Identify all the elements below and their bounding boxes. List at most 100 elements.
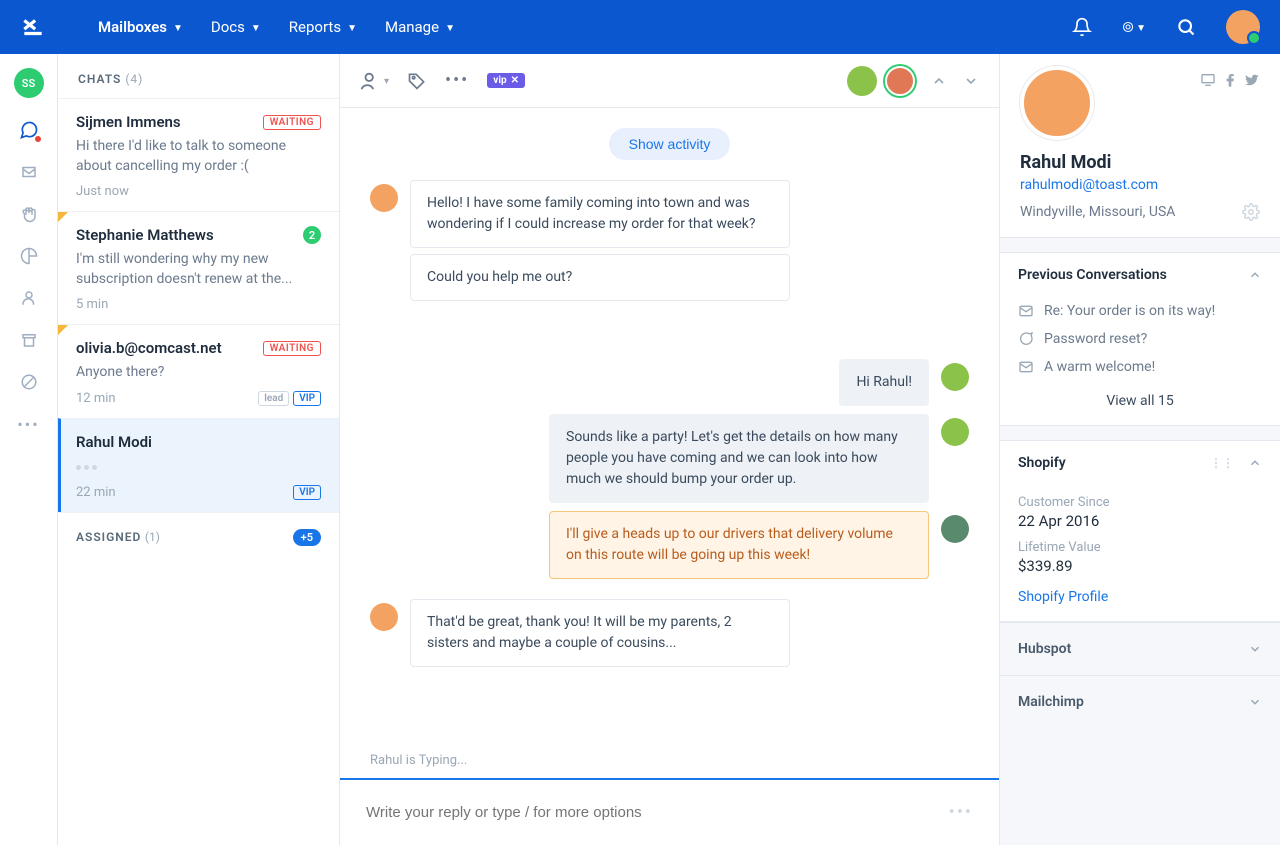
- reply-box[interactable]: •••: [340, 778, 999, 845]
- show-activity-button[interactable]: Show activity: [609, 128, 731, 160]
- chat-item-name: olivia.b@comcast.net: [76, 339, 222, 357]
- facebook-icon[interactable]: [1222, 72, 1238, 88]
- customer-email[interactable]: rahulmodi@toast.com: [1020, 177, 1260, 193]
- panel-header[interactable]: Shopify ⋮⋮: [1000, 441, 1280, 485]
- tag-icon[interactable]: [407, 71, 427, 91]
- more-options-icon[interactable]: •••: [445, 70, 469, 91]
- user-avatar[interactable]: [1226, 10, 1260, 44]
- customer-name: Rahul Modi: [1020, 152, 1260, 173]
- nav-reports[interactable]: Reports▼: [289, 18, 357, 36]
- reply-more-icon[interactable]: •••: [949, 802, 973, 823]
- chat-item-time: 22 min: [76, 485, 116, 500]
- chat-item-name: Rahul Modi: [76, 433, 152, 451]
- chat-item-time: 12 min: [76, 391, 116, 406]
- field-label: Customer Since: [1018, 495, 1262, 510]
- vip-pill[interactable]: vip✕: [487, 73, 525, 88]
- chat-item[interactable]: Sijmen Immens WAITING Hi there I'd like …: [58, 98, 339, 211]
- rail-archive-icon[interactable]: [19, 330, 39, 350]
- customer-message: That'd be great, thank you! It will be m…: [410, 599, 790, 667]
- chat-item-preview: Hi there I'd like to talk to someone abo…: [76, 137, 321, 176]
- chat-item-time: 5 min: [76, 297, 108, 312]
- chat-item-time: Just now: [76, 184, 129, 199]
- mail-icon: [1018, 359, 1034, 375]
- customer-avatar: [370, 184, 398, 212]
- shopify-profile-link[interactable]: Shopify Profile: [1018, 589, 1262, 605]
- field-value: 22 Apr 2016: [1018, 512, 1262, 530]
- agent-avatar: [941, 515, 969, 543]
- chat-icon: [1018, 331, 1034, 347]
- chevron-down-icon: ▼: [173, 23, 183, 34]
- next-conversation-icon[interactable]: [963, 73, 979, 89]
- close-icon[interactable]: ✕: [511, 75, 519, 86]
- agent-message: Sounds like a party! Let's get the detai…: [549, 414, 929, 503]
- hubspot-panel-header[interactable]: Hubspot: [1000, 622, 1280, 675]
- lead-tag: lead: [258, 391, 289, 406]
- rail-users-icon[interactable]: [19, 288, 39, 308]
- previous-conversations-panel: Previous Conversations Re: Your order is…: [1000, 252, 1280, 426]
- typing-status: Rahul is Typing...: [340, 749, 999, 778]
- conversation-panel: ▾ ••• vip✕ Show activity Hello! I have s…: [340, 54, 1000, 845]
- workspace-avatar[interactable]: SS: [14, 68, 44, 98]
- chevron-down-icon: [1248, 642, 1262, 656]
- prev-convo-item[interactable]: A warm welcome!: [1000, 353, 1280, 381]
- customer-avatar: [370, 603, 398, 631]
- chat-item-active[interactable]: Rahul Modi 22 min VIP: [58, 418, 339, 512]
- agent-message: Hi Rahul!: [839, 359, 929, 406]
- monitor-icon[interactable]: [1200, 72, 1216, 88]
- agent-avatar: [941, 418, 969, 446]
- prev-convo-item[interactable]: Password reset?: [1000, 325, 1280, 353]
- top-nav: Mailboxes▼ Docs▼ Reports▼ Manage▼ ▼: [0, 0, 1280, 54]
- chevron-down-icon: ▼: [1136, 23, 1146, 34]
- field-label: Lifetime Value: [1018, 540, 1262, 555]
- prev-conversation-icon[interactable]: [931, 73, 947, 89]
- customer-message: Hello! I have some family coming into to…: [410, 180, 790, 248]
- vip-tag: VIP: [293, 391, 321, 406]
- customer-avatar-large: [1020, 66, 1094, 140]
- typing-indicator-icon: [76, 457, 321, 477]
- nav-manage[interactable]: Manage▼: [385, 18, 455, 36]
- waiting-badge: WAITING: [263, 341, 321, 356]
- rail-blocked-icon[interactable]: [19, 372, 39, 392]
- more-count-badge: +5: [293, 529, 321, 546]
- chat-item-name: Stephanie Matthews: [76, 226, 214, 244]
- field-value: $339.89: [1018, 557, 1262, 575]
- prev-convo-item[interactable]: Re: Your order is on its way!: [1000, 297, 1280, 325]
- rail-reports-icon[interactable]: [19, 246, 39, 266]
- assigned-section[interactable]: ASSIGNED (1) +5: [58, 512, 339, 562]
- reply-input[interactable]: [366, 804, 949, 821]
- gear-icon[interactable]: [1242, 203, 1260, 221]
- nav-docs[interactable]: Docs▼: [211, 18, 261, 36]
- mailchimp-panel-header[interactable]: Mailchimp: [1000, 675, 1280, 728]
- rail-chats-icon[interactable]: [19, 120, 39, 140]
- vip-tag: VIP: [293, 485, 321, 500]
- agent-avatar-1[interactable]: [847, 66, 877, 96]
- chat-list: CHATS (4) Sijmen Immens WAITING Hi there…: [58, 54, 340, 845]
- customer-sidebar: Rahul Modi rahulmodi@toast.com Windyvill…: [1000, 54, 1280, 845]
- rail-more-icon[interactable]: •••: [19, 414, 39, 434]
- assign-icon[interactable]: ▾: [360, 70, 389, 92]
- nav-mailboxes[interactable]: Mailboxes▼: [98, 18, 183, 36]
- twitter-icon[interactable]: [1244, 72, 1260, 88]
- search-icon[interactable]: [1174, 15, 1198, 39]
- chat-item[interactable]: olivia.b@comcast.net WAITING Anyone ther…: [58, 324, 339, 418]
- app-logo: [20, 14, 46, 40]
- chat-item-name: Sijmen Immens: [76, 113, 181, 131]
- customer-location: Windyville, Missouri, USA: [1020, 204, 1175, 220]
- help-icon[interactable]: ▼: [1122, 15, 1146, 39]
- chat-item[interactable]: Stephanie Matthews 2 I'm still wondering…: [58, 211, 339, 324]
- agent-avatar-2[interactable]: [885, 66, 915, 96]
- panel-header[interactable]: Previous Conversations: [1000, 253, 1280, 297]
- message-list: Show activity Hello! I have some family …: [340, 108, 999, 749]
- rail-mail-icon[interactable]: [19, 162, 39, 182]
- left-rail: SS •••: [0, 54, 58, 845]
- rail-hand-icon[interactable]: [19, 204, 39, 224]
- notifications-icon[interactable]: [1070, 15, 1094, 39]
- chat-list-header: CHATS (4): [58, 54, 339, 98]
- drag-handle-icon[interactable]: ⋮⋮: [1210, 456, 1234, 470]
- waiting-badge: WAITING: [263, 115, 321, 130]
- view-all-link[interactable]: View all 15: [1000, 381, 1280, 425]
- agent-avatar: [941, 363, 969, 391]
- unread-count-badge: 2: [303, 226, 321, 244]
- conversation-toolbar: ▾ ••• vip✕: [340, 54, 999, 108]
- mail-icon: [1018, 303, 1034, 319]
